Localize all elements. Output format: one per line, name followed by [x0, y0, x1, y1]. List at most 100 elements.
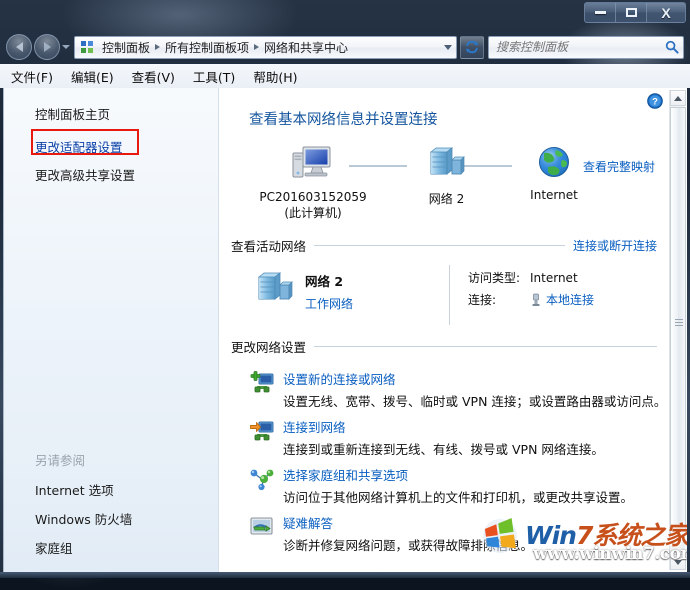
map-node-network[interactable]: 网络 2: [394, 144, 499, 207]
setting-item-new-connection[interactable]: 设置新的连接或网络 设置无线、宽带、拨号、临时或 VPN 连接；或设置路由器或访…: [219, 362, 687, 410]
menu-edit[interactable]: 编辑(E): [71, 67, 114, 86]
client-area: 控制面板主页 更改适配器设置 更改高级共享设置 另请参阅 Internet 选项…: [3, 88, 687, 572]
forward-arrow-icon: [43, 42, 51, 52]
connect-to-network-icon: [249, 417, 283, 458]
scroll-up-arrow-icon: [674, 95, 682, 101]
new-connection-icon: [249, 369, 283, 410]
setting-title[interactable]: 选择家庭组和共享选项: [283, 465, 663, 484]
close-button[interactable]: X: [647, 3, 685, 22]
help-question-icon[interactable]: ?: [647, 93, 663, 109]
detail-key: 连接:: [468, 293, 497, 307]
detail-row-access-type: 访问类型: Internet: [468, 269, 594, 286]
active-network-name: 网络 2: [305, 274, 344, 289]
see-also-group: 另请参阅 Internet 选项 Windows 防火墙 家庭组: [4, 447, 218, 562]
active-network-row: 网络 2 工作网络 访问类型: Internet 连接: 本地连接: [219, 255, 687, 329]
sidebar-item-change-adapter-wrap: 更改适配器设置: [4, 129, 218, 160]
see-also-heading: 另请参阅: [35, 453, 86, 468]
setting-title[interactable]: 设置新的连接或网络: [283, 369, 663, 388]
menu-view[interactable]: 查看(V): [132, 67, 175, 86]
view-full-map-link[interactable]: 查看完整映射: [583, 158, 655, 175]
scroll-down-button[interactable]: [670, 554, 686, 570]
setting-item-homegroup[interactable]: 选择家庭组和共享选项 访问位于其他网络计算机上的文件和打印机，或更改共享设置。: [219, 458, 687, 506]
search-icon[interactable]: [661, 37, 683, 58]
main-content: ? 查看基本网络信息并设置连接 PC201603152059 (此计算机) 网络…: [219, 88, 687, 572]
breadcrumb-separator-icon[interactable]: [155, 44, 161, 50]
scroll-up-button[interactable]: [670, 90, 686, 106]
breadcrumb-item-1[interactable]: 所有控制面板项: [161, 39, 253, 56]
network-map: PC201603152059 (此计算机) 网络 2 Internet 查看完整…: [219, 136, 687, 228]
sidebar-item-windows-firewall[interactable]: Windows 防火墙: [4, 504, 218, 533]
minimize-icon: [594, 11, 606, 14]
menu-bar: 文件(F) 编辑(E) 查看(V) 工具(T) 帮助(H): [0, 64, 690, 88]
map-node-sublabel: (此计算机): [284, 206, 342, 220]
detail-row-connections: 连接: 本地连接: [468, 291, 594, 308]
setting-title[interactable]: 疑难解答: [283, 513, 663, 532]
setting-description: 诊断并修复网络问题，或获得故障排除信息。: [283, 538, 534, 553]
recent-pages-button[interactable]: [60, 34, 72, 60]
setting-item-troubleshoot[interactable]: 疑难解答 诊断并修复网络问题，或获得故障排除信息。: [219, 506, 687, 554]
connect-or-disconnect-link[interactable]: 连接或断开连接: [565, 237, 657, 254]
address-dropdown-button[interactable]: [439, 37, 456, 58]
window-controls: X: [584, 2, 686, 23]
maximize-button[interactable]: [616, 3, 647, 22]
address-bar[interactable]: 控制面板 所有控制面板项 网络和共享中心: [74, 35, 457, 59]
vertical-divider: [449, 265, 450, 325]
menu-tools[interactable]: 工具(T): [193, 67, 235, 86]
network-icon[interactable]: [255, 265, 299, 329]
active-network-type-link[interactable]: 工作网络: [305, 295, 449, 312]
recent-pages-chevron-icon: [62, 45, 70, 49]
map-node-label: 网络 2: [428, 192, 465, 206]
map-node-computer[interactable]: PC201603152059 (此计算机): [243, 144, 383, 221]
scrollbar-grip-icon: [675, 319, 683, 326]
scrollbar-thumb[interactable]: [670, 107, 686, 537]
network-icon: [427, 147, 467, 188]
active-networks-header: 查看活动网络 连接或断开连接: [219, 236, 687, 255]
close-icon: X: [661, 4, 671, 21]
navigation-sidebar: 控制面板主页 更改适配器设置 更改高级共享设置 另请参阅 Internet 选项…: [4, 88, 219, 572]
sidebar-item-change-advanced-sharing-settings[interactable]: 更改高级共享设置: [4, 161, 218, 188]
forward-button[interactable]: [34, 34, 60, 60]
vertical-scrollbar[interactable]: [669, 90, 686, 570]
page-title: 查看基本网络信息并设置连接: [249, 112, 438, 128]
svg-text:?: ?: [652, 97, 658, 108]
settings-list: 设置新的连接或网络 设置无线、宽带、拨号、临时或 VPN 连接；或设置路由器或访…: [219, 356, 687, 554]
window-bottom-frame: [0, 572, 690, 578]
section-title: 查看活动网络: [231, 239, 307, 254]
breadcrumb-item-2[interactable]: 网络和共享中心: [260, 39, 352, 56]
setting-description: 设置无线、宽带、拨号、临时或 VPN 连接；或设置路由器或访问点。: [283, 394, 667, 409]
section-rule: [314, 346, 657, 347]
menu-file[interactable]: 文件(F): [11, 67, 53, 86]
setting-item-connect-network[interactable]: 连接到网络 连接到或重新连接到无线、有线、拨号或 VPN 网络连接。: [219, 410, 687, 458]
back-button[interactable]: [6, 34, 32, 60]
sidebar-item-internet-options[interactable]: Internet 选项: [4, 475, 218, 504]
menu-help[interactable]: 帮助(H): [253, 67, 297, 86]
search-box[interactable]: [488, 35, 684, 59]
refresh-button[interactable]: [460, 35, 484, 59]
refresh-icon: [465, 40, 479, 54]
change-settings-header: 更改网络设置: [219, 337, 687, 356]
setting-description: 连接到或重新连接到无线、有线、拨号或 VPN 网络连接。: [283, 442, 604, 457]
setting-text: 疑难解答 诊断并修复网络问题，或获得故障排除信息。: [283, 513, 663, 554]
map-node-label: Internet: [530, 188, 578, 202]
navigation-bar: 控制面板 所有控制面板项 网络和共享中心: [0, 30, 690, 64]
computer-icon: [291, 146, 335, 188]
breadcrumb-separator-icon[interactable]: [254, 44, 260, 50]
sidebar-item-homegroup[interactable]: 家庭组: [4, 533, 218, 562]
search-input[interactable]: [489, 40, 661, 54]
scroll-down-arrow-icon: [674, 559, 682, 565]
setting-text: 选择家庭组和共享选项 访问位于其他网络计算机上的文件和打印机，或更改共享设置。: [283, 465, 663, 506]
chevron-down-icon: [443, 44, 452, 50]
setting-title[interactable]: 连接到网络: [283, 417, 663, 436]
title-bar: X: [0, 0, 690, 30]
section-rule: [314, 245, 565, 246]
detail-value: Internet: [530, 270, 578, 285]
sidebar-item-control-panel-home[interactable]: 控制面板主页: [4, 100, 218, 127]
explorer-window: X 控制面板 所有控制面板项 网络和共享中心 搜索控制面板 文件(F) 编辑(E…: [0, 0, 690, 590]
detail-key: 访问类型:: [468, 271, 521, 285]
minimize-button[interactable]: [585, 3, 616, 22]
breadcrumb-item-0[interactable]: 控制面板: [98, 39, 154, 56]
maximize-icon: [625, 8, 637, 17]
sidebar-item-change-adapter-settings[interactable]: 更改适配器设置: [4, 133, 218, 160]
troubleshoot-icon: [249, 513, 283, 554]
local-connection-link[interactable]: 本地连接: [546, 291, 594, 308]
